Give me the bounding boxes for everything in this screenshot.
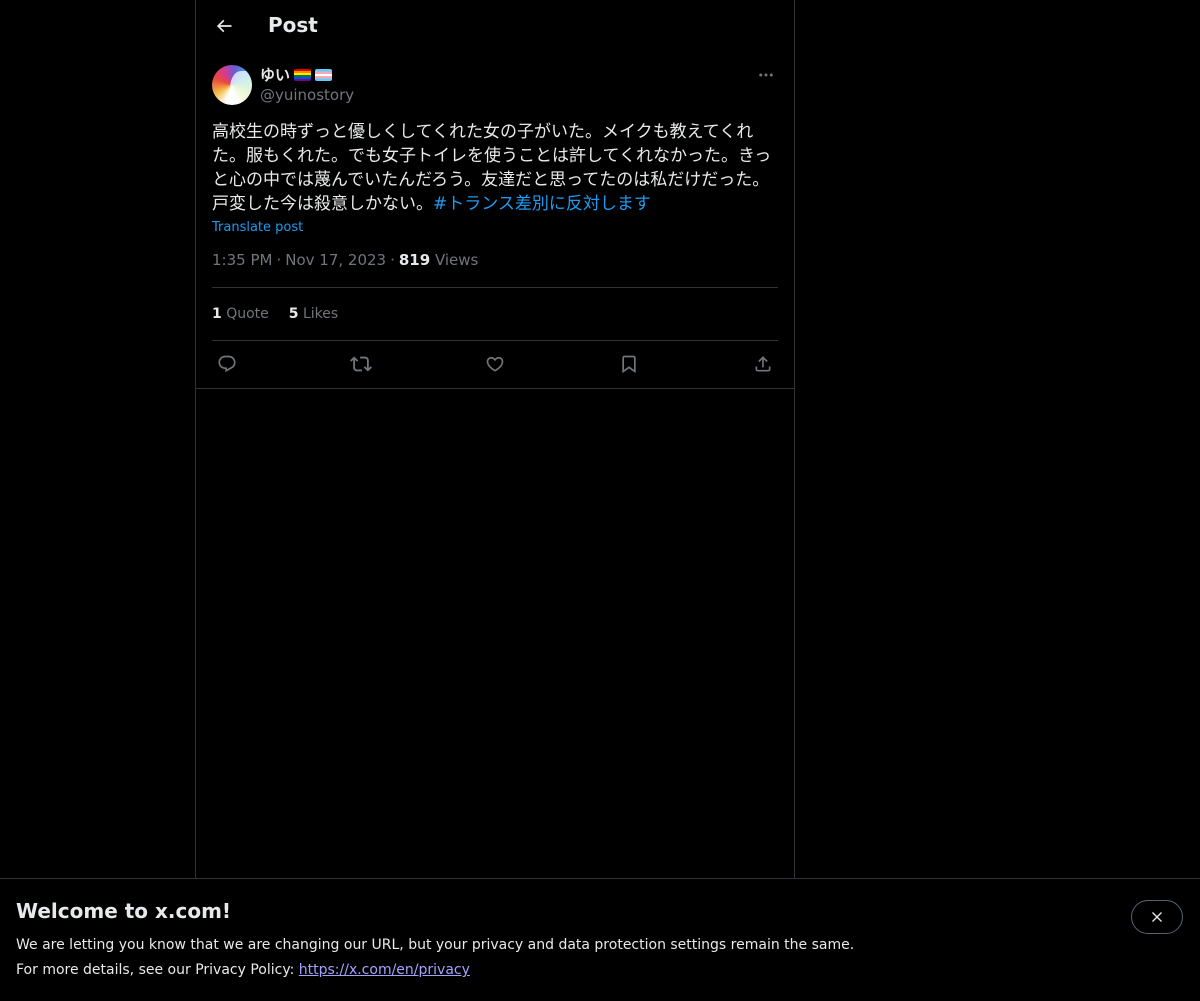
banner-privacy-text: For more details, see our Privacy Policy…	[16, 962, 299, 978]
banner-message: We are letting you know that we are chan…	[16, 937, 855, 953]
avatar-highlight	[230, 71, 252, 105]
likes-count: 5	[288, 306, 299, 322]
like-icon	[486, 356, 504, 372]
back-arrow-icon	[216, 19, 232, 33]
transgender-flag-icon	[315, 68, 333, 81]
meta-separator: ·	[276, 251, 282, 269]
likes-label: Likes	[302, 306, 339, 322]
post-meta: 1:35 PM · Nov 17, 2023 · 819 Views	[212, 251, 778, 271]
likes-stat[interactable]: 5 Likes	[289, 306, 338, 322]
views-label: Views	[434, 251, 479, 269]
bookmark-icon	[622, 355, 636, 374]
post: ゆい @yuinostory 高校生の時ずっと優しくしてくれた女の子がいた。メイ…	[212, 64, 778, 387]
views-count: 819	[398, 251, 431, 269]
quotes-label: Quote	[226, 306, 269, 322]
page-header: Post	[196, 0, 794, 53]
post-date[interactable]: Nov 17, 2023	[285, 251, 386, 269]
close-icon	[1152, 912, 1162, 922]
like-button[interactable]	[480, 351, 510, 377]
post-text: 高校生の時ずっと優しくしてくれた女の子がいた。メイクも教えてくれた。服もくれた。…	[212, 120, 778, 216]
close-banner-button[interactable]	[1131, 900, 1183, 934]
repost-button[interactable]	[346, 351, 376, 377]
meta-separator: ·	[390, 251, 395, 269]
author-handle[interactable]: @yuinostory	[260, 86, 354, 104]
welcome-banner: Welcome to x.com! We are letting you kno…	[0, 878, 1200, 1001]
banner-privacy-line: For more details, see our Privacy Policy…	[16, 962, 470, 978]
post-stats: 1 Quote 5 Likes	[212, 288, 778, 340]
divider	[196, 388, 794, 389]
post-time[interactable]: 1:35 PM	[212, 251, 272, 269]
privacy-policy-link[interactable]: https://x.com/en/privacy	[299, 962, 470, 978]
share-button[interactable]	[748, 351, 778, 377]
post-author: ゆい @yuinostory	[212, 64, 778, 108]
back-button[interactable]	[208, 10, 240, 42]
reply-icon	[218, 355, 236, 373]
author-display-name-row[interactable]: ゆい	[260, 64, 333, 85]
main-column: Post ゆい @yuinostory 高校生の時ずっと優しくしてくれた女の子が…	[195, 0, 795, 879]
share-icon	[755, 356, 771, 372]
banner-title: Welcome to x.com!	[16, 899, 232, 923]
hashtag-link[interactable]: #トランス差別に反対します	[433, 194, 651, 214]
quotes-stat[interactable]: 1 Quote	[212, 306, 269, 322]
rainbow-flag-icon	[294, 68, 312, 81]
author-display-name: ゆい	[260, 66, 291, 84]
translate-post-link[interactable]: Translate post	[212, 220, 303, 235]
more-options-button[interactable]	[754, 64, 778, 86]
more-horizontal-icon	[759, 73, 773, 77]
reply-button[interactable]	[212, 351, 242, 377]
bookmark-button[interactable]	[614, 351, 644, 377]
page-title: Post	[268, 13, 318, 37]
quotes-count: 1	[212, 306, 222, 322]
post-actions	[212, 341, 778, 387]
repost-icon	[350, 356, 372, 372]
avatar[interactable]	[212, 65, 252, 105]
